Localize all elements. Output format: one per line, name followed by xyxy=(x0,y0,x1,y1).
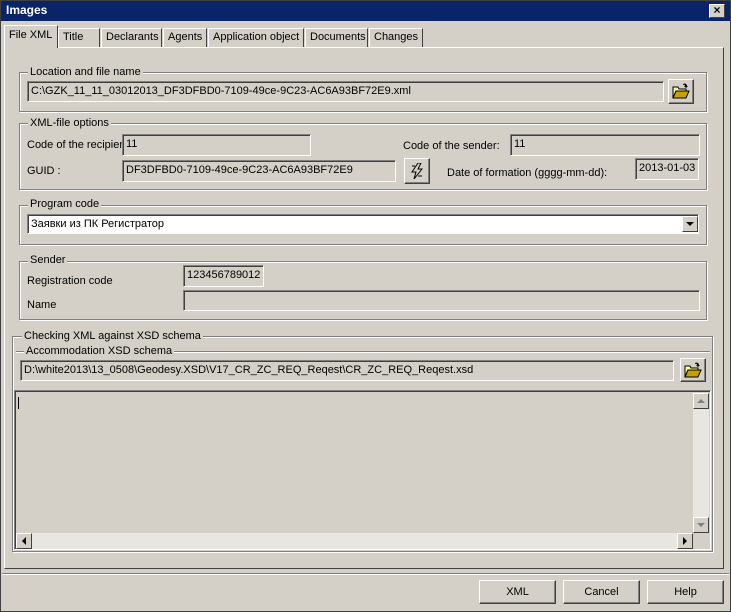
location-legend: Location and file name xyxy=(28,66,143,78)
registration-code-label: Registration code xyxy=(27,275,113,287)
guid-field[interactable]: DF3DFBD0-7109-49ce-9C23-AC6A93BF72E9 xyxy=(122,160,396,182)
arrow-right-icon xyxy=(683,537,687,545)
sender-code-label: Code of the sender: xyxy=(403,140,500,152)
guid-label: GUID : xyxy=(27,165,61,177)
vertical-scrollbar[interactable] xyxy=(693,393,709,533)
sender-name-label: Name xyxy=(27,299,57,311)
recipient-code-label: Code of the recipien xyxy=(27,139,126,151)
tab-declarants[interactable]: Declarants xyxy=(101,28,162,47)
tab-title[interactable]: Title xyxy=(58,28,100,47)
validation-log-memo[interactable] xyxy=(14,390,711,550)
recipient-code-field[interactable]: 11 xyxy=(122,134,311,156)
date-label: Date of formation (gggg-mm-dd): xyxy=(447,167,608,179)
program-code-dropdown-button[interactable] xyxy=(682,216,698,232)
xsd-schema-path-field[interactable]: D:\white2013\13_0508\Geodesy.XSD\V17_CR_… xyxy=(20,360,674,381)
date-field[interactable]: 2013-01-03 xyxy=(635,158,699,180)
registration-code-field[interactable]: 123456789012 xyxy=(183,265,264,287)
text-caret xyxy=(18,397,19,409)
footer-divider xyxy=(2,573,729,575)
browse-xsd-button[interactable] xyxy=(680,358,706,382)
arrow-up-icon xyxy=(697,399,705,403)
program-legend: Program code xyxy=(28,198,102,210)
scroll-down-button[interactable] xyxy=(693,517,709,533)
scroll-up-button[interactable] xyxy=(693,393,709,409)
close-button[interactable]: × xyxy=(709,4,725,18)
generate-guid-button[interactable] xyxy=(404,158,430,184)
scroll-right-button[interactable] xyxy=(677,533,693,549)
horizontal-scrollbar[interactable] xyxy=(16,533,693,549)
sender-name-field[interactable] xyxy=(183,290,700,311)
xsd-schema-legend: Accommodation XSD schema xyxy=(24,345,175,357)
cancel-button[interactable]: Cancel xyxy=(563,580,640,604)
tab-changes[interactable]: Changes xyxy=(369,28,423,47)
sender-code-field[interactable]: 11 xyxy=(510,134,700,156)
xml-button[interactable]: XML xyxy=(479,580,556,604)
window-title: Images xyxy=(6,3,48,17)
tab-file-xml[interactable]: File XML xyxy=(4,25,58,48)
tab-documents[interactable]: Documents xyxy=(305,28,368,47)
browse-xml-button[interactable] xyxy=(668,79,694,104)
title-bar[interactable] xyxy=(1,1,730,21)
xsd-check-legend: Checking XML against XSD schema xyxy=(22,330,203,342)
lightning-icon xyxy=(411,163,424,179)
arrow-left-icon xyxy=(22,537,26,545)
xml-file-path-field[interactable]: C:\GZK_11_11_03012013_DF3DFBD0-7109-49ce… xyxy=(27,81,664,102)
arrow-down-icon xyxy=(697,523,705,527)
xml-options-legend: XML-file options xyxy=(28,117,111,129)
open-folder-icon xyxy=(684,362,702,378)
help-button[interactable]: Help xyxy=(647,580,724,604)
sender-legend: Sender xyxy=(28,254,68,266)
tab-application-object[interactable]: Application object xyxy=(208,28,304,47)
scroll-left-button[interactable] xyxy=(16,533,32,549)
open-folder-icon xyxy=(672,83,690,99)
tab-agents[interactable]: Agents xyxy=(163,28,207,47)
chevron-down-icon xyxy=(686,222,694,226)
program-code-select[interactable]: Заявки из ПК Регистратор xyxy=(27,214,699,234)
program-code-value: Заявки из ПК Регистратор xyxy=(31,218,164,230)
